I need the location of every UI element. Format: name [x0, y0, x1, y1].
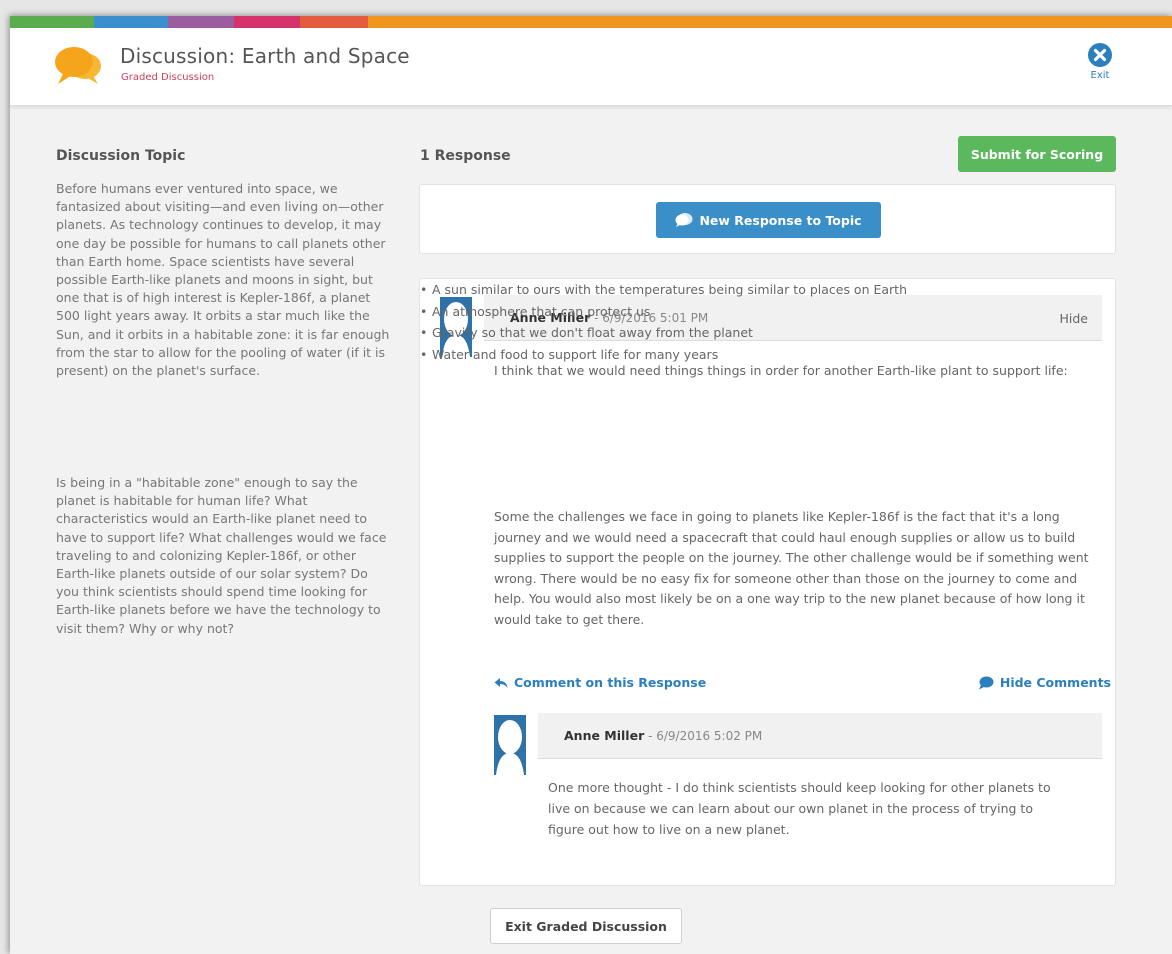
list-item: Gravity so that we don't float away from…	[420, 322, 1020, 344]
comment-header: Anne Miller - 6/9/2016 5:02 PM	[538, 713, 1102, 759]
discussion-window: Discussion: Earth and Space Graded Discu…	[10, 16, 1172, 954]
hide-comments-link[interactable]: Hide Comments	[978, 675, 1111, 690]
stripe-pink	[234, 16, 300, 28]
response-count: 1 Response	[420, 148, 511, 164]
speech-bubble-icon	[978, 676, 994, 689]
list-item: An atmosphere that can protect us	[420, 301, 1020, 323]
avatar	[494, 715, 526, 775]
post-bullet-list: A sun similar to ours with the temperatu…	[420, 279, 1020, 365]
stripe-red	[300, 16, 368, 28]
speech-bubble-icon	[675, 213, 693, 227]
close-circle-icon	[1088, 43, 1112, 67]
new-response-label: New Response to Topic	[699, 212, 862, 228]
post-body: Some the challenges we face in going to …	[494, 509, 1089, 627]
header: Discussion: Earth and Space Graded Discu…	[10, 28, 1172, 106]
chat-bubbles-icon	[52, 40, 106, 90]
submit-for-scoring-button[interactable]: Submit for Scoring	[958, 136, 1116, 172]
page-subtitle: Graded Discussion	[121, 72, 215, 83]
topic-paragraph: Before humans ever ventured into space, …	[56, 181, 390, 379]
hide-comments-label: Hide Comments	[999, 675, 1111, 690]
author-name: Anne Miller	[564, 728, 645, 743]
stripe-green	[10, 16, 94, 28]
comment-link-label: Comment on this Response	[514, 675, 707, 690]
comment-on-response-link[interactable]: Comment on this Response	[494, 675, 706, 690]
user-silhouette-icon	[496, 720, 524, 775]
exit-label: Exit	[1090, 70, 1110, 81]
stripe-orange	[368, 16, 1172, 28]
hide-link[interactable]: Hide	[1060, 311, 1089, 326]
page-title: Discussion: Earth and Space	[120, 44, 410, 68]
comment-date: - 6/9/2016 5:02 PM	[644, 729, 763, 743]
exit-button[interactable]: Exit	[1080, 42, 1120, 81]
new-response-panel: New Response to Topic	[419, 184, 1116, 254]
list-item: A sun similar to ours with the temperatu…	[420, 279, 1020, 301]
topic-heading: Discussion Topic	[56, 148, 186, 164]
comment-author: Anne Miller - 6/9/2016 5:02 PM	[564, 728, 762, 743]
response-panel: Anne Miller - 6/9/2016 5:01 PM Hide I th…	[419, 278, 1116, 886]
stripe-purple	[168, 16, 234, 28]
stripe-blue	[94, 16, 168, 28]
new-response-button[interactable]: New Response to Topic	[656, 202, 881, 238]
topic-paragraph: Is being in a "habitable zone" enough to…	[56, 475, 387, 636]
comment-text: One more thought - I do think scientists…	[548, 780, 1051, 837]
exit-graded-discussion-button[interactable]: Exit Graded Discussion	[490, 908, 682, 944]
list-item: Water and food to support life for many …	[420, 344, 1020, 366]
color-stripe-bar	[10, 16, 1172, 28]
reply-arrow-icon	[494, 677, 508, 688]
